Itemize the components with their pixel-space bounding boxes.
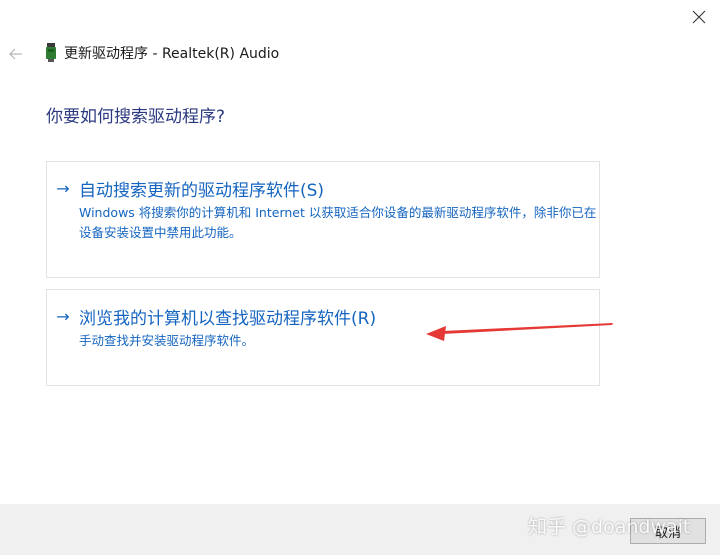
option-title: 浏览我的计算机以查找驱动程序软件(R): [79, 309, 377, 329]
option-description: 手动查找并安装驱动程序软件。: [79, 333, 255, 348]
option-header: → 自动搜索更新的驱动程序软件(S): [55, 176, 324, 201]
option-description: Windows 将搜索你的计算机和 Internet 以获取适合你设备的最新驱动…: [79, 205, 597, 240]
driver-update-dialog: 更新驱动程序 - Realtek(R) Audio 你要如何搜索驱动程序? → …: [0, 0, 720, 555]
option-header: → 浏览我的计算机以查找驱动程序软件(R): [55, 304, 376, 329]
right-arrow-icon: →: [56, 307, 70, 326]
option-title: 自动搜索更新的驱动程序软件(S): [79, 181, 325, 201]
audio-device-icon: [46, 43, 56, 62]
right-arrow-icon: →: [56, 179, 70, 198]
back-arrow-icon: [9, 48, 22, 60]
auto-search-option[interactable]: → 自动搜索更新的驱动程序软件(S) Windows 将搜索你的计算机和 Int…: [46, 161, 600, 278]
cancel-button[interactable]: 取消: [630, 518, 706, 544]
window-title: 更新驱动程序 - Realtek(R) Audio: [64, 46, 280, 62]
back-button[interactable]: [6, 44, 26, 64]
dialog-footer: 取消: [0, 504, 720, 555]
browse-computer-option[interactable]: → 浏览我的计算机以查找驱动程序软件(R) 手动查找并安装驱动程序软件。: [46, 289, 600, 386]
close-button[interactable]: [688, 6, 710, 28]
close-icon: [692, 10, 706, 24]
window-title-bar: 更新驱动程序 - Realtek(R) Audio: [44, 43, 279, 63]
page-heading: 你要如何搜索驱动程序?: [46, 107, 226, 127]
